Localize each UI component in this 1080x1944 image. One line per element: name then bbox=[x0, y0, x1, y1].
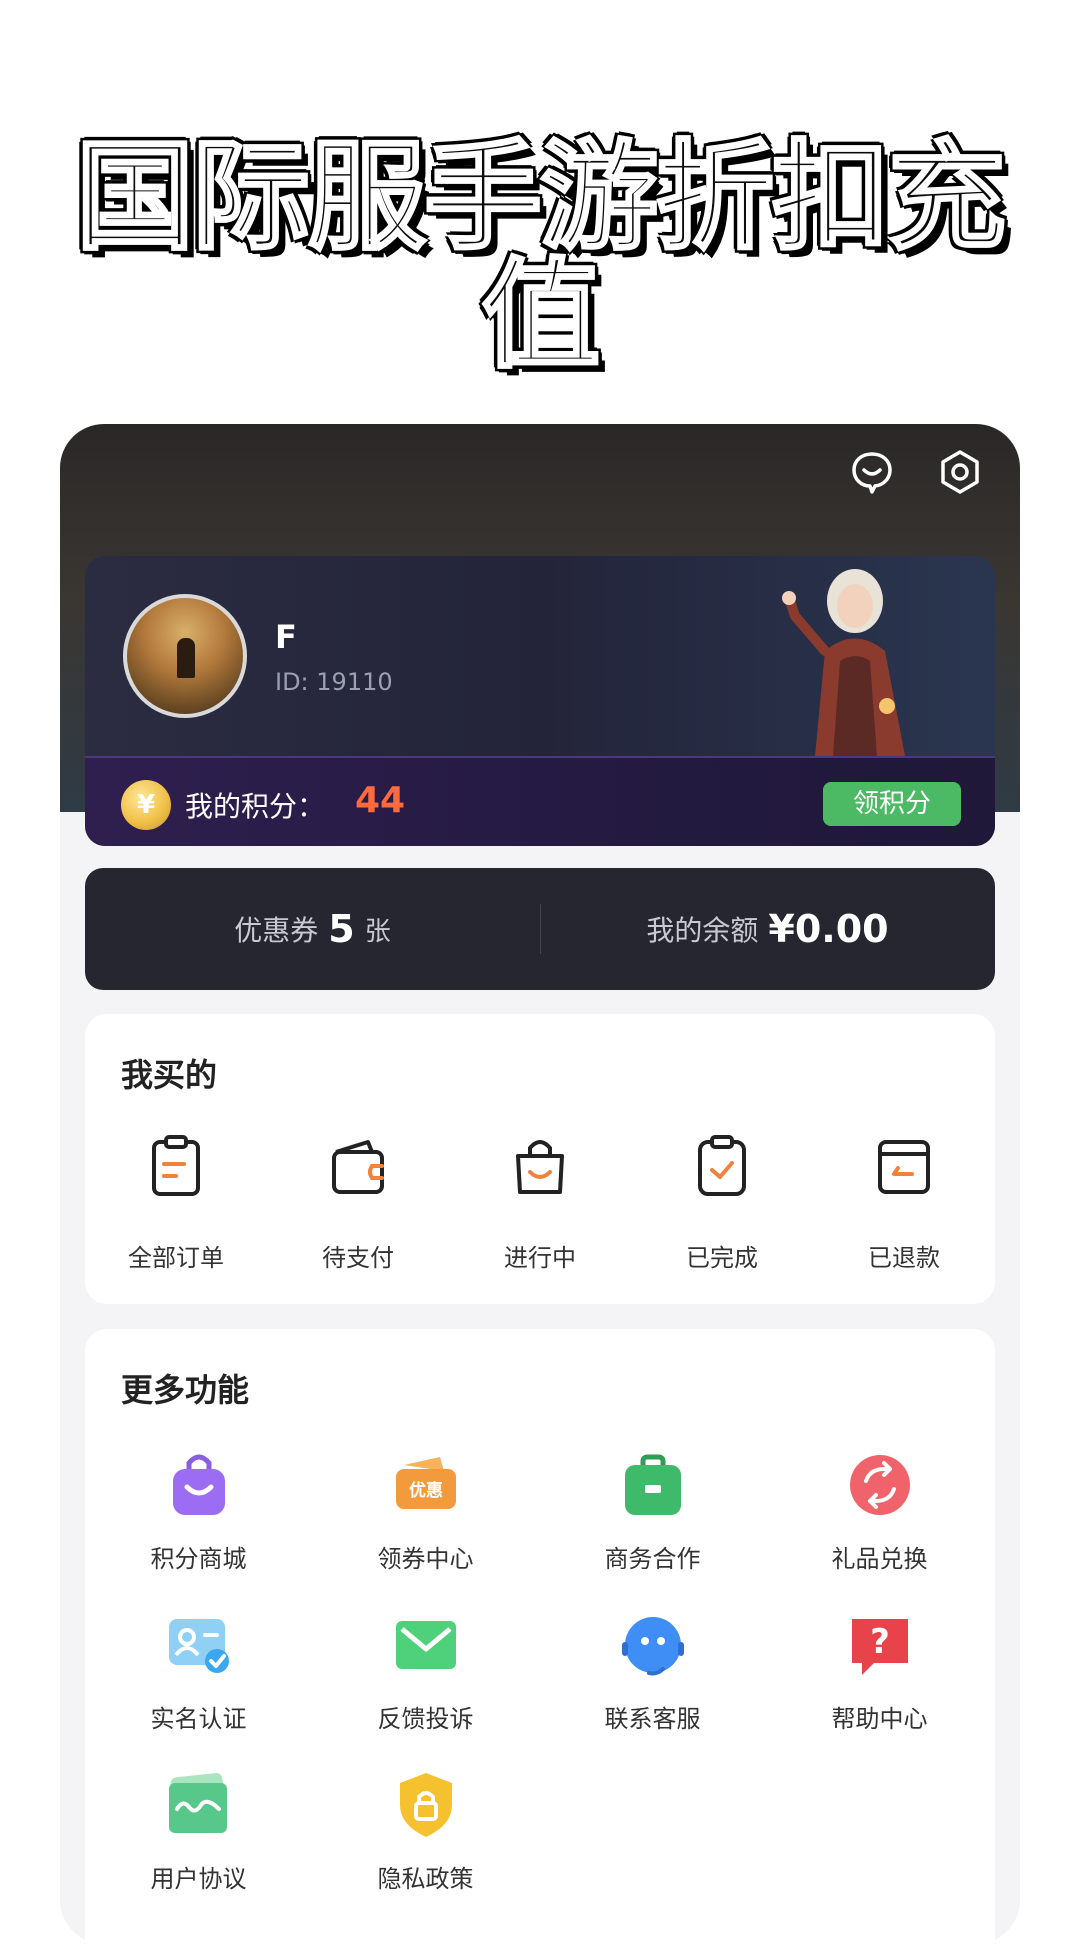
character-illustration bbox=[782, 569, 905, 756]
customer-service-icon bbox=[621, 1617, 684, 1676]
top-toolbar bbox=[848, 448, 984, 496]
order-label: 已退款 bbox=[868, 1244, 940, 1272]
func-user-agreement[interactable]: 用户协议 bbox=[85, 1769, 312, 1929]
privacy-shield-icon bbox=[399, 1773, 452, 1837]
points-value: 44 bbox=[355, 780, 406, 821]
help-icon: ? bbox=[851, 1619, 908, 1675]
wallet-card: 优惠券 5 张 我的余额 ¥0.00 bbox=[85, 868, 995, 990]
refund-icon bbox=[878, 1140, 930, 1194]
func-label: 礼品兑换 bbox=[831, 1545, 928, 1573]
func-label: 积分商城 bbox=[150, 1545, 247, 1573]
points-label: 我的积分： bbox=[185, 790, 326, 823]
func-label: 商务合作 bbox=[604, 1545, 701, 1573]
func-points-mall[interactable]: 积分商城 bbox=[85, 1449, 312, 1609]
wallet-icon bbox=[332, 1140, 384, 1194]
panel-title: 我买的 bbox=[121, 1056, 218, 1094]
func-coupon-center[interactable]: 优惠 领券中心 bbox=[312, 1449, 539, 1609]
order-label: 全部订单 bbox=[128, 1244, 224, 1272]
more-functions-panel: 更多功能 积分商城 优惠 领券中心 商务合作 礼品兑换 实名认证 反馈投诉 联系… bbox=[85, 1329, 995, 1944]
order-status-row: 全部订单 待支付 进行中 已完成 已退款 bbox=[85, 1134, 995, 1284]
earn-points-button[interactable]: 领积分 bbox=[823, 782, 961, 826]
shopping-bag-icon bbox=[516, 1140, 564, 1194]
func-label: 帮助中心 bbox=[831, 1705, 928, 1733]
func-help-center[interactable]: ? 帮助中心 bbox=[766, 1609, 993, 1769]
order-label: 进行中 bbox=[504, 1244, 576, 1272]
settings-icon[interactable] bbox=[936, 448, 984, 496]
coupon-summary[interactable]: 优惠券 5 张 bbox=[85, 868, 540, 990]
order-label: 待支付 bbox=[322, 1244, 394, 1272]
user-id: ID: 19110 bbox=[275, 668, 393, 696]
func-real-name-verify[interactable]: 实名认证 bbox=[85, 1609, 312, 1769]
func-customer-service[interactable]: 联系客服 bbox=[539, 1609, 766, 1769]
order-item-refunded[interactable]: 已退款 bbox=[813, 1134, 995, 1284]
panel-title: 更多功能 bbox=[121, 1371, 250, 1409]
coupon-label: 优惠券 bbox=[234, 914, 319, 947]
gift-exchange-icon bbox=[849, 1455, 910, 1515]
coin-icon: ¥ bbox=[121, 780, 171, 830]
func-business-cooperation[interactable]: 商务合作 bbox=[539, 1449, 766, 1609]
func-label: 领券中心 bbox=[377, 1545, 474, 1573]
agreement-icon bbox=[168, 1773, 227, 1833]
func-label: 用户协议 bbox=[150, 1865, 247, 1893]
points-bar: ¥ 我的积分： 44 领积分 bbox=[85, 756, 995, 846]
coupon-icon-text: 优惠 bbox=[409, 1480, 443, 1501]
balance-summary[interactable]: 我的余额 ¥0.00 bbox=[540, 868, 995, 990]
func-label: 实名认证 bbox=[150, 1705, 247, 1733]
func-feedback[interactable]: 反馈投诉 bbox=[312, 1609, 539, 1769]
order-item-pending-payment[interactable]: 待支付 bbox=[267, 1134, 449, 1284]
coupon-center-icon: 优惠 bbox=[395, 1457, 456, 1509]
app-screen: F ID: 19110 ¥ 我的积分： 44 领积分 优惠券 5 张 我的余额 … bbox=[60, 424, 1020, 1944]
balance-label: 我的余额 bbox=[646, 914, 759, 947]
func-label: 联系客服 bbox=[604, 1705, 701, 1733]
func-gift-exchange[interactable]: 礼品兑换 bbox=[766, 1449, 993, 1609]
profile-card: F ID: 19110 ¥ 我的积分： 44 领积分 bbox=[85, 556, 995, 846]
message-icon[interactable] bbox=[848, 448, 896, 496]
avatar-figure bbox=[177, 638, 195, 678]
help-icon-text: ? bbox=[870, 1622, 890, 1662]
banner-title: 国际服手游折扣充值 bbox=[74, 128, 1007, 384]
mail-icon bbox=[395, 1621, 456, 1669]
briefcase-icon bbox=[624, 1454, 681, 1515]
balance-value: ¥0.00 bbox=[768, 907, 889, 951]
order-item-all[interactable]: 全部订单 bbox=[85, 1134, 267, 1284]
func-label: 反馈投诉 bbox=[377, 1705, 474, 1733]
clipboard-icon bbox=[152, 1135, 200, 1196]
func-label: 隐私政策 bbox=[377, 1865, 474, 1893]
points-mall-icon bbox=[172, 1454, 225, 1515]
clipboard-check-icon bbox=[698, 1135, 746, 1196]
my-orders-panel: 我买的 全部订单 待支付 进行中 已完成 已退款 bbox=[85, 1014, 995, 1304]
avatar[interactable] bbox=[123, 594, 247, 718]
id-verify-icon bbox=[168, 1619, 229, 1673]
order-label: 已完成 bbox=[686, 1244, 758, 1272]
order-item-completed[interactable]: 已完成 bbox=[631, 1134, 813, 1284]
promo-banner: 国际服手游折扣充值 bbox=[0, 0, 1080, 420]
coupon-count: 5 bbox=[328, 907, 355, 951]
order-item-in-progress[interactable]: 进行中 bbox=[449, 1134, 631, 1284]
function-grid: 积分商城 优惠 领券中心 商务合作 礼品兑换 实名认证 反馈投诉 联系客服 ? … bbox=[85, 1449, 995, 1929]
coupon-unit: 张 bbox=[364, 916, 391, 947]
username: F bbox=[275, 618, 297, 656]
func-privacy-policy[interactable]: 隐私政策 bbox=[312, 1769, 539, 1929]
